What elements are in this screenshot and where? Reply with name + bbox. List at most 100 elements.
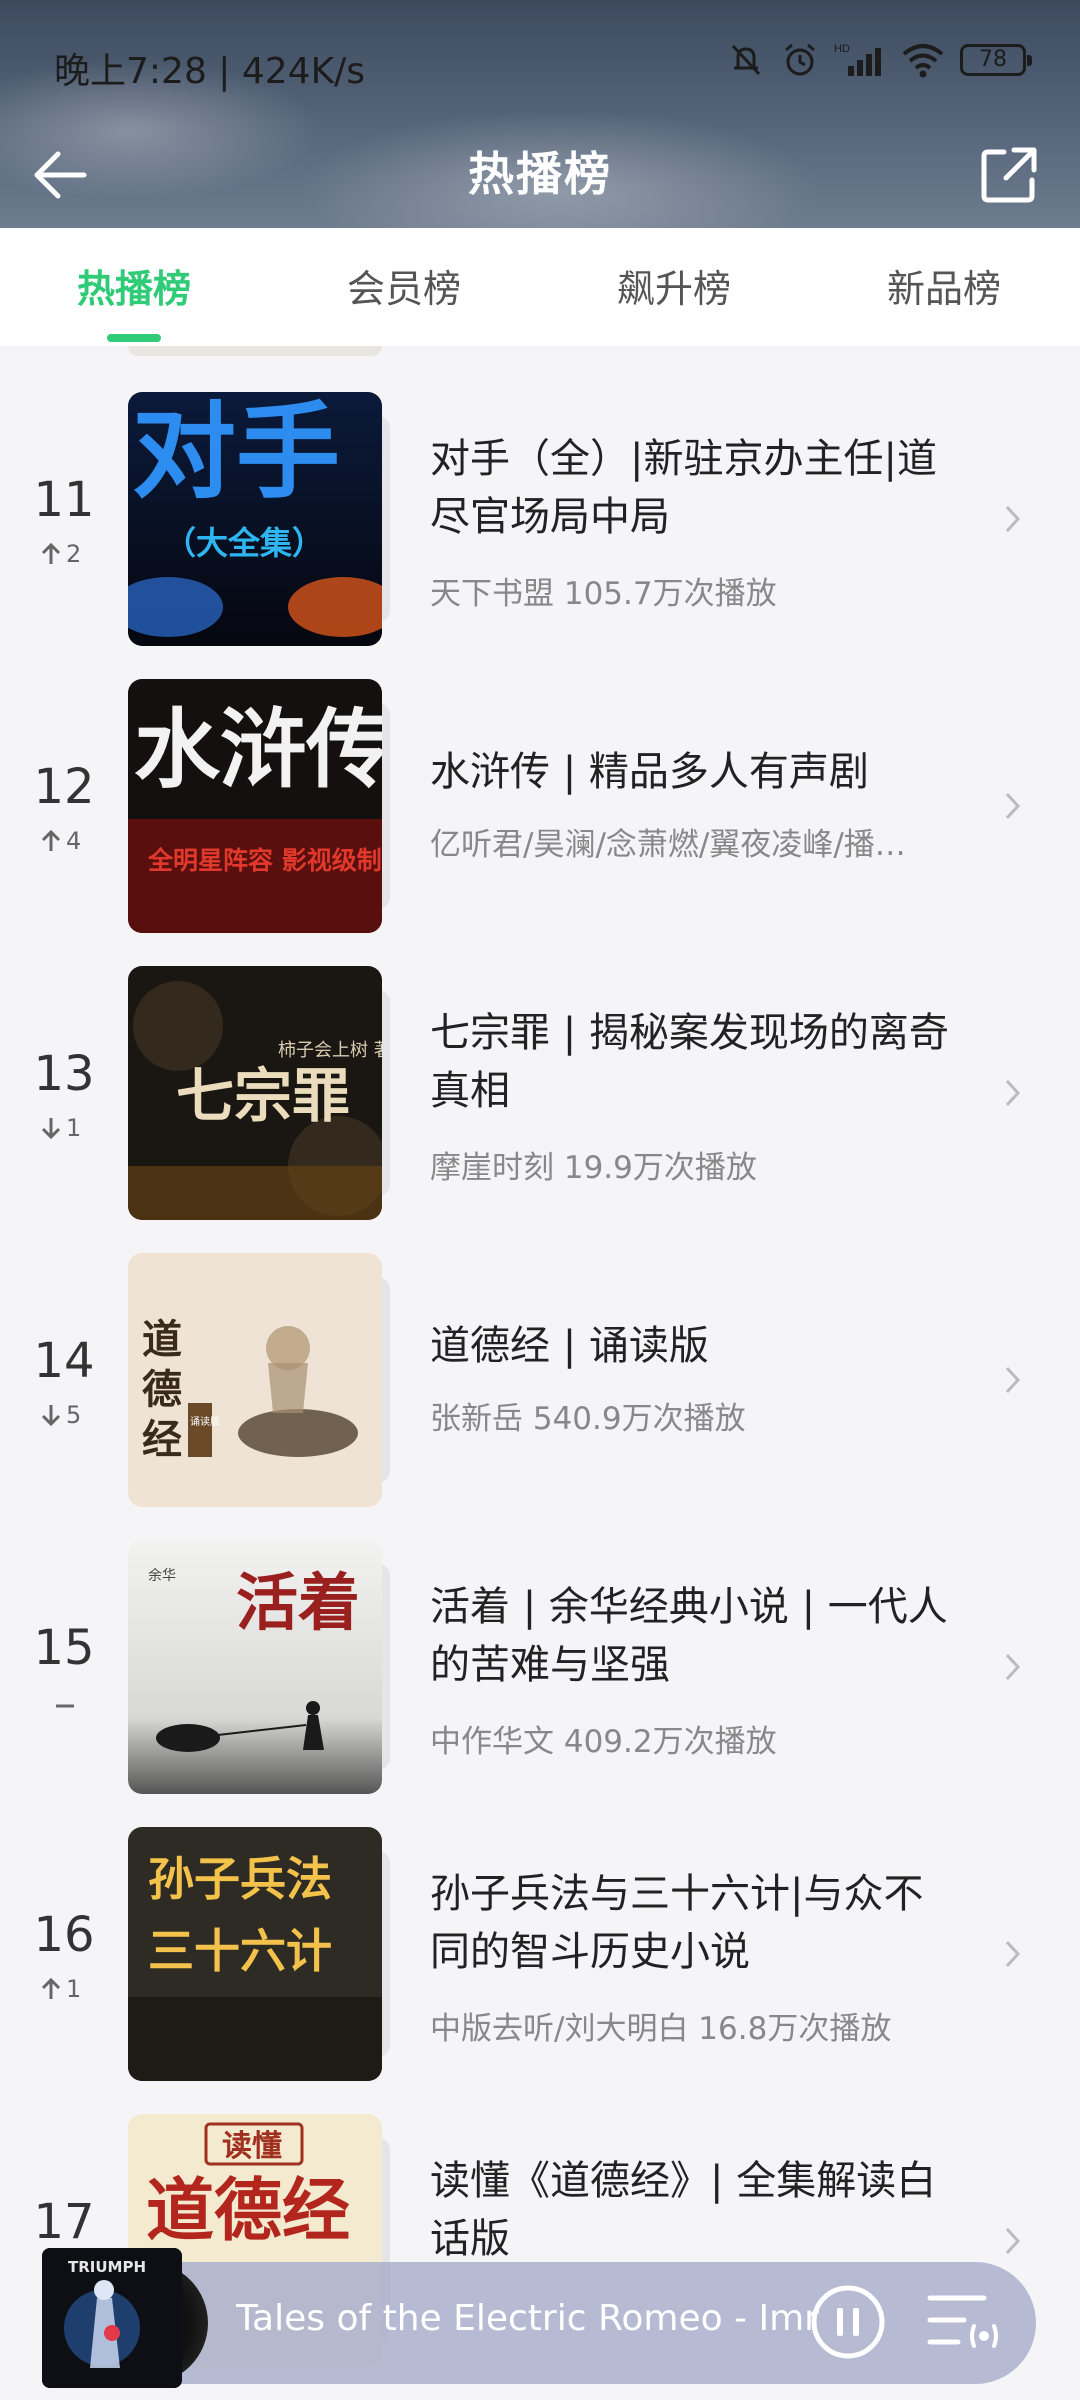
cover-subtitle: 读懂 — [222, 2129, 282, 2164]
cover-image: 水浒传 全明星阵容 影视级制作 — [128, 679, 382, 933]
book-meta: 摩崖时刻 19.9万次播放 — [430, 1150, 757, 1186]
rank-number: 11 — [33, 472, 95, 528]
cover-image: 七宗罪 柿子会上树 著 — [128, 966, 382, 1220]
list-item[interactable]: 11 2 对手 （大全集） 对手（全）|新驻京办主任|道尽官场局中局 天下书盟 … — [0, 392, 1080, 662]
cover-image: 对手 （大全集） — [128, 392, 382, 646]
chevron-right-icon — [1005, 1653, 1021, 1681]
arrow-up-icon — [41, 1977, 61, 1999]
bell-muted-icon — [731, 44, 761, 76]
list-item[interactable]: 15 活着 余华 活着 | 余华经典小说 | 一代人的苦难与坚强 中作华文 40… — [0, 1540, 1080, 1810]
cover[interactable]: 水浒传 全明星阵容 影视级制作 — [128, 679, 404, 933]
cover-title: 七宗罪 — [176, 1062, 350, 1130]
cover-title: 水浒传 — [134, 699, 382, 800]
cover-title-3: 经 — [142, 1416, 182, 1463]
book-meta: 中作华文 409.2万次播放 — [430, 1724, 777, 1760]
status-bar: 晚上7:28 | 424K/s HD 78 — [0, 0, 1080, 130]
cover-title-1: 道 — [142, 1316, 182, 1363]
pause-icon[interactable] — [808, 2282, 888, 2362]
cover-subtitle: 三十六计 — [148, 1924, 332, 1978]
chevron-right-icon — [1005, 505, 1021, 533]
cover-author: 余华 — [148, 1567, 176, 1584]
rank-change-value: 1 — [66, 1975, 82, 2003]
rank-number: 16 — [33, 1907, 95, 1963]
book-meta: 中版去听/刘大明白 16.8万次播放 — [430, 2011, 892, 2047]
alarm-icon — [785, 43, 815, 76]
rank-number: 13 — [33, 1046, 95, 1102]
cover-subtitle: 全明星阵容 影视级制作 — [147, 846, 382, 875]
cover-image: 道 德 经 诵读版 — [128, 1253, 382, 1507]
playlist-icon[interactable] — [924, 2284, 1004, 2360]
rank-change: 1 — [40, 1975, 100, 2003]
active-tab-indicator — [107, 334, 161, 342]
list-item[interactable]: 16 1 孙子兵法 三十六计 孙子兵法与三十六计|与众不同的智斗历史小说 中版去… — [0, 1827, 1080, 2097]
tab-member[interactable]: 会员榜 — [304, 258, 504, 313]
rank-number: 15 — [33, 1620, 95, 1676]
book-title: 道德经 | 诵读版 — [430, 1323, 709, 1369]
rank-change-value: 4 — [66, 827, 82, 855]
arrow-down-icon — [41, 1405, 61, 1427]
book-title: 读懂《道德经》| 全集解读白话版 — [430, 2158, 937, 2262]
no-change-dash-icon — [56, 1704, 74, 1708]
page-title: 热播榜 — [468, 147, 612, 201]
tab-hot[interactable]: 热播榜 — [34, 258, 234, 313]
list-item[interactable]: 12 4 水浒传 全明星阵容 影视级制作 水浒传 | 精品多人有声剧 亿听君/昊… — [0, 679, 1080, 949]
list-item[interactable]: 14 5 道 德 经 诵读版 道德经 | 诵读版 张新岳 540.9万次播放 — [0, 1253, 1080, 1523]
list-item[interactable]: 13 1 七宗罪 柿子会上树 著 七宗罪 | 揭秘案发现场的离奇真相 摩崖时刻 … — [0, 966, 1080, 1236]
book-meta: 亿听君/昊澜/念萧燃/翼夜凌峰/播… — [430, 827, 906, 863]
book-title: 孙子兵法与三十六计|与众不同的智斗历史小说 — [430, 1871, 924, 1975]
cover[interactable]: 孙子兵法 三十六计 — [128, 1827, 404, 2081]
rank-change: 2 — [40, 540, 100, 568]
share-icon[interactable] — [974, 140, 1044, 210]
chevron-right-icon — [1005, 792, 1021, 820]
cover[interactable]: 活着 余华 — [128, 1540, 404, 1794]
cover-image: 孙子兵法 三十六计 — [128, 1827, 382, 2081]
rank-change: 1 — [40, 1114, 100, 1142]
signal-hd-icon: HD — [834, 43, 881, 76]
rank-change — [54, 1688, 114, 1712]
ranking-tabs: 热播榜 会员榜 飙升榜 新品榜 — [0, 228, 1080, 346]
cover[interactable]: 七宗罪 柿子会上树 著 — [128, 966, 404, 1220]
partial-cover — [128, 346, 382, 356]
rank-number: 14 — [33, 1333, 95, 1389]
chevron-right-icon — [1005, 1940, 1021, 1968]
rank-change-value: 2 — [66, 540, 82, 568]
book-title: 活着 | 余华经典小说 | 一代人的苦难与坚强 — [430, 1584, 948, 1688]
cover[interactable]: 对手 （大全集） — [128, 392, 404, 646]
ranking-list: 11 2 对手 （大全集） 对手（全）|新驻京办主任|道尽官场局中局 天下书盟 … — [0, 346, 1080, 2400]
now-playing-cover[interactable]: TRIUMPH — [42, 2248, 182, 2388]
tab-rising[interactable]: 飙升榜 — [574, 258, 774, 313]
cover-title: 道德经 — [146, 2171, 350, 2251]
cover[interactable]: 道 德 经 诵读版 — [128, 1253, 404, 1507]
rank-number: 17 — [33, 2194, 95, 2250]
status-icons: HD 78 — [726, 40, 1032, 80]
book-title: 水浒传 | 精品多人有声剧 — [430, 749, 869, 795]
chevron-right-icon — [1005, 1366, 1021, 1394]
wifi-icon — [902, 44, 944, 78]
svg-text:HD: HD — [834, 43, 850, 55]
rank-change-value: 1 — [66, 1114, 82, 1142]
cover-title-2: 德 — [142, 1366, 182, 1413]
chevron-right-icon — [1005, 1079, 1021, 1107]
rank-change: 4 — [40, 827, 100, 855]
header: 晚上7:28 | 424K/s HD 78 热播榜 — [0, 0, 1080, 228]
book-title: 七宗罪 | 揭秘案发现场的离奇真相 — [430, 1010, 949, 1114]
book-meta: 张新岳 540.9万次播放 — [430, 1401, 746, 1437]
book-meta: 天下书盟 105.7万次播放 — [430, 576, 777, 612]
cover-title: 对手 — [132, 392, 340, 513]
arrow-up-icon — [41, 542, 61, 564]
tab-new[interactable]: 新品榜 — [844, 258, 1044, 313]
cover-subtitle: 诵读版 — [190, 1415, 220, 1428]
cover-subtitle: 柿子会上树 著 — [278, 1040, 382, 1061]
book-title: 对手（全）|新驻京办主任|道尽官场局中局 — [430, 436, 937, 540]
status-time: 晚上7:28 | 424K/s — [54, 51, 366, 92]
cover-art-text: TRIUMPH — [68, 2258, 146, 2276]
arrow-up-icon — [41, 829, 61, 851]
battery-indicator: 78 — [960, 44, 1032, 76]
arrow-down-icon — [41, 1118, 61, 1140]
cover-image: 活着 余华 — [128, 1540, 382, 1794]
rank-change: 5 — [40, 1401, 100, 1429]
now-playing-title[interactable]: Tales of the Electric Romeo - Imr — [236, 2298, 836, 2339]
cover-subtitle: （大全集） — [164, 524, 324, 562]
rank-change-value: 5 — [66, 1401, 82, 1429]
cover-title: 孙子兵法 — [148, 1852, 332, 1906]
